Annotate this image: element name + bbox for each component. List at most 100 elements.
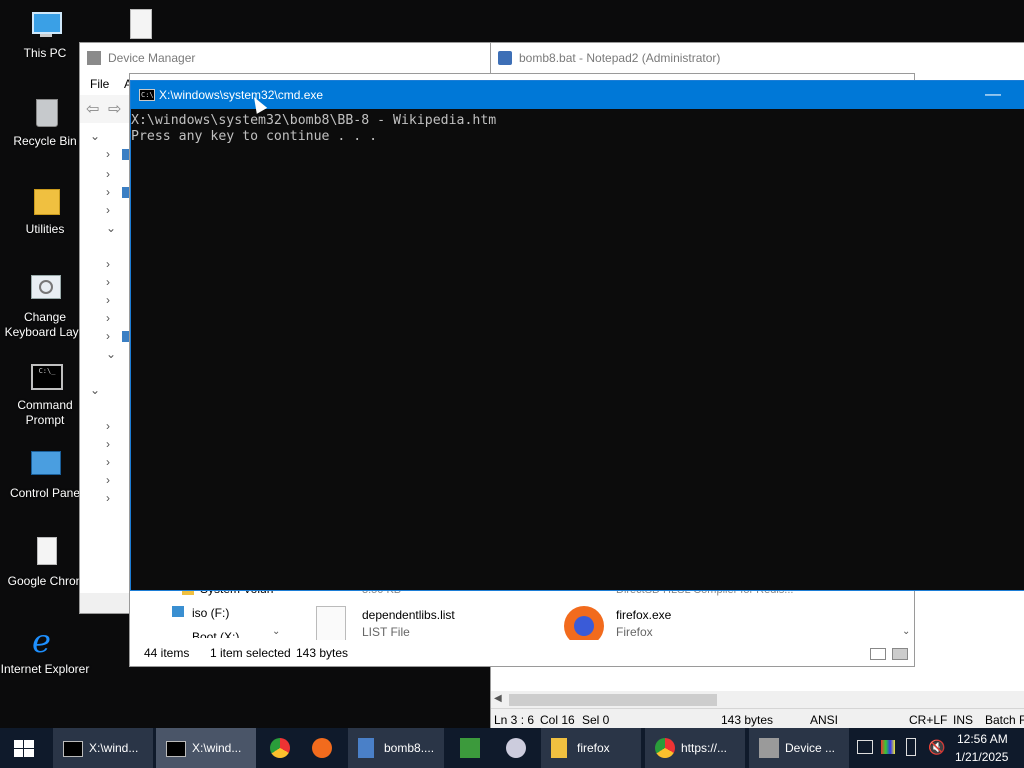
chevron-right-icon[interactable]: › bbox=[106, 419, 110, 433]
device-manager-titlebar[interactable]: Device Manager bbox=[80, 43, 490, 73]
chevron-right-icon[interactable]: › bbox=[106, 147, 110, 161]
taskbar-cmd-2[interactable]: X:\wind... bbox=[156, 728, 256, 768]
status-selected: 1 item selected bbox=[210, 646, 291, 660]
desktop-icon-utilities[interactable]: Utilities bbox=[0, 184, 90, 237]
cmd-icon: C:\_ bbox=[28, 360, 63, 394]
chevron-right-icon[interactable]: › bbox=[106, 185, 110, 199]
status-encoding[interactable]: ANSI bbox=[810, 713, 838, 727]
desktop-icon-control-panel[interactable]: Control Pane bbox=[0, 448, 90, 501]
chevron-down-icon[interactable]: ⌄ bbox=[90, 129, 100, 143]
taskbar-paint[interactable] bbox=[496, 728, 540, 768]
desktop-icon-label: Control Pane bbox=[9, 486, 81, 500]
minimize-button[interactable]: — bbox=[985, 81, 1001, 109]
cmd-icon bbox=[166, 741, 186, 757]
notepad2-title: bomb8.bat - Notepad2 (Administrator) bbox=[519, 51, 721, 65]
chevron-right-icon[interactable]: › bbox=[106, 203, 110, 217]
clock-date[interactable]: 1/21/2025 bbox=[955, 750, 1008, 764]
file-name-firefox[interactable]: firefox.exe bbox=[616, 608, 671, 622]
forward-arrow-icon[interactable]: ⇨ bbox=[108, 99, 121, 119]
start-button[interactable] bbox=[0, 728, 48, 768]
blank-file-icon bbox=[122, 8, 156, 42]
desktop-icon-label: Google Chron bbox=[7, 574, 83, 588]
taskbar-chrome-https[interactable]: https://... bbox=[645, 728, 745, 768]
chevron-right-icon[interactable]: › bbox=[106, 275, 110, 289]
taskbar: X:\wind... X:\wind... bomb8.... firefox … bbox=[0, 728, 1024, 768]
internet-explorer-icon: e bbox=[32, 622, 51, 660]
desktop-icon-label: This PC bbox=[23, 46, 67, 60]
taskbar-cmd-1[interactable]: X:\wind... bbox=[53, 728, 153, 768]
taskbar-device-manager[interactable]: Device ... bbox=[749, 728, 849, 768]
horizontal-scrollbar[interactable]: ◀ bbox=[491, 691, 1024, 709]
menu-file[interactable]: File bbox=[90, 77, 109, 91]
console-line: Press any key to continue . . . bbox=[131, 129, 378, 144]
details-view-icon[interactable] bbox=[870, 648, 886, 660]
taskbar-chrome[interactable] bbox=[260, 728, 300, 768]
status-selection: Sel 0 bbox=[582, 713, 610, 727]
notepad2-titlebar[interactable]: bomb8.bat - Notepad2 (Administrator) bbox=[491, 43, 1024, 73]
chevron-down-icon[interactable]: ⌄ bbox=[106, 221, 116, 235]
computer-icon bbox=[28, 8, 62, 42]
taskbar-firefox-folder[interactable]: firefox bbox=[541, 728, 641, 768]
chevron-right-icon[interactable]: › bbox=[106, 437, 110, 451]
scrollbar-thumb[interactable] bbox=[509, 694, 717, 706]
taskbar-label: https://... bbox=[681, 741, 728, 755]
chevron-down-icon[interactable]: ⌄ bbox=[902, 626, 910, 637]
desktop-icon-change-keyboard[interactable]: Change Keyboard Layo bbox=[0, 272, 90, 340]
chevron-right-icon[interactable]: › bbox=[106, 455, 110, 469]
drive-icon bbox=[172, 606, 184, 617]
nav-item-iso-drive[interactable]: iso (F:) bbox=[192, 606, 229, 620]
status-column: Col 16 bbox=[540, 713, 575, 727]
desktop-icon-internet-explorer[interactable]: e Internet Explorer bbox=[0, 624, 90, 677]
desktop-icon-blank-file[interactable] bbox=[94, 8, 184, 46]
keyboard-settings-icon bbox=[28, 272, 62, 306]
chrome-icon bbox=[270, 738, 290, 758]
chevron-right-icon[interactable]: › bbox=[106, 491, 110, 505]
scroll-left-icon[interactable]: ◀ bbox=[494, 693, 502, 704]
taskbar-label: Device ... bbox=[785, 741, 836, 755]
chart-app-icon bbox=[460, 738, 480, 758]
desktop-icon-this-pc[interactable]: This PC bbox=[0, 8, 90, 61]
taskbar-firefox[interactable] bbox=[302, 728, 342, 768]
cmd-window[interactable]: C:\ X:\windows\system32\cmd.exe — X:\win… bbox=[130, 80, 1024, 591]
chevron-right-icon[interactable]: › bbox=[106, 293, 110, 307]
chevron-right-icon[interactable]: › bbox=[106, 329, 110, 343]
taskbar-chart-app[interactable] bbox=[450, 728, 492, 768]
nav-item-boot-drive[interactable]: Boot (X:) bbox=[192, 630, 239, 638]
file-type-list: LIST File bbox=[362, 625, 410, 639]
volume-muted-icon[interactable]: 🔇 bbox=[928, 739, 945, 756]
cmd-console[interactable]: X:\windows\system32\bomb8\BB-8 - Wikiped… bbox=[131, 109, 1024, 145]
chevron-right-icon[interactable]: › bbox=[106, 257, 110, 271]
network-icon[interactable] bbox=[857, 740, 873, 754]
chrome-icon bbox=[655, 738, 675, 758]
firefox-icon bbox=[312, 738, 332, 758]
file-name-dependentlibs[interactable]: dependentlibs.list bbox=[362, 608, 455, 622]
desktop-icon-command-prompt[interactable]: C:\_ Command Prompt bbox=[0, 360, 90, 428]
desktop-icon-label: Utilities bbox=[25, 222, 65, 236]
taskbar-notepad2[interactable]: bomb8.... bbox=[348, 728, 444, 768]
display-settings-icon[interactable] bbox=[881, 740, 895, 754]
device-manager-icon bbox=[87, 51, 101, 65]
folder-icon bbox=[551, 738, 567, 758]
status-line-position: Ln 3 : 6 bbox=[494, 713, 535, 727]
back-arrow-icon[interactable]: ⇦ bbox=[86, 99, 99, 119]
desktop-icon-google-chrome[interactable]: Google Chron bbox=[0, 536, 90, 589]
large-icons-view-icon[interactable] bbox=[892, 648, 908, 660]
usb-device-icon[interactable] bbox=[906, 738, 916, 756]
desktop-icon-recycle-bin[interactable]: Recycle Bin bbox=[0, 96, 90, 149]
chevron-right-icon[interactable]: › bbox=[106, 473, 110, 487]
console-line: X:\windows\system32\bomb8\BB-8 - Wikiped… bbox=[131, 113, 497, 128]
chevron-right-icon[interactable]: › bbox=[106, 167, 110, 181]
cmd-icon: C:\ bbox=[139, 89, 155, 101]
chevron-down-icon[interactable]: ⌄ bbox=[106, 347, 116, 361]
notepad2-icon bbox=[358, 738, 374, 758]
chevron-down-icon[interactable]: ⌄ bbox=[272, 626, 280, 637]
cmd-title: X:\windows\system32\cmd.exe bbox=[159, 88, 324, 102]
clock-time[interactable]: 12:56 AM bbox=[957, 732, 1008, 746]
chevron-right-icon[interactable]: › bbox=[106, 311, 110, 325]
status-insert-mode[interactable]: INS bbox=[953, 713, 973, 727]
notepad2-icon bbox=[498, 51, 512, 65]
status-file-type[interactable]: Batch F bbox=[985, 713, 1024, 727]
chevron-down-icon[interactable]: ⌄ bbox=[90, 383, 100, 397]
status-line-endings[interactable]: CR+LF bbox=[909, 713, 947, 727]
recycle-bin-icon bbox=[28, 96, 62, 130]
